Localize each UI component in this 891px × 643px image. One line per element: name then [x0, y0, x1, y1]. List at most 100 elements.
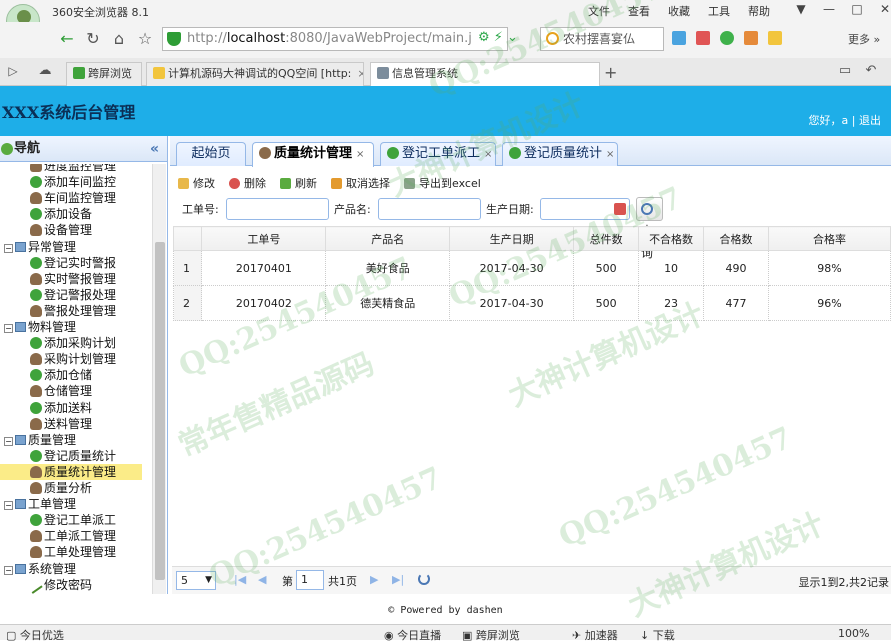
sidebar-item[interactable]: 车间监控管理	[30, 190, 116, 206]
page-number-input[interactable]: 1	[296, 570, 324, 590]
back-icon[interactable]: ←	[56, 29, 78, 49]
order-input[interactable]	[226, 198, 329, 220]
sidebar-folder[interactable]: − 质量管理	[4, 432, 76, 448]
sidebar-item[interactable]: 设备管理	[30, 222, 92, 238]
home-icon[interactable]: ⌂	[108, 29, 130, 49]
menu-help[interactable]: 帮助	[748, 3, 770, 19]
sidebar-item[interactable]: 警报处理管理	[30, 303, 116, 319]
table-row[interactable]: 1 20170401 美好食品 2017-04-30 500 10 490 98%	[172, 250, 891, 286]
sidebar-item[interactable]: 添加车间监控	[30, 174, 116, 190]
sidebar-item[interactable]: 添加设备	[30, 206, 92, 222]
menu-tools[interactable]: 工具	[708, 3, 730, 19]
sidebar-item[interactable]: 仓储管理	[30, 383, 92, 399]
col-header[interactable]: 不合格数	[638, 226, 705, 251]
translate-icon[interactable]	[744, 31, 758, 45]
zoom-level[interactable]: 100%	[838, 627, 869, 640]
tab-start[interactable]: 起始页	[176, 142, 246, 166]
sidebar-item[interactable]: 进度监控管理	[30, 164, 116, 174]
sidebar-folder[interactable]: − 物料管理	[4, 319, 76, 335]
sidebar-item[interactable]: 工单处理管理	[30, 544, 116, 560]
tab-quality-stats[interactable]: 质量统计管理 ×	[252, 142, 374, 167]
sidebar-folder[interactable]: − 异常管理	[4, 239, 76, 255]
sidebar-item[interactable]: 添加仓储	[30, 367, 92, 383]
menu-file[interactable]: 文件	[588, 3, 610, 19]
sidebar-toggle-icon[interactable]: ▷	[2, 61, 24, 81]
status-accelerator[interactable]: ✈ 加速器	[572, 627, 618, 643]
sidebar-folder[interactable]: − 系统管理	[4, 561, 76, 577]
logout-link[interactable]: 退出	[859, 114, 881, 127]
date-input[interactable]	[540, 198, 630, 220]
unselect-button[interactable]: 取消选择	[331, 174, 390, 192]
status-today-picks[interactable]: ▢ 今日优选	[6, 627, 64, 643]
last-page-icon[interactable]: ▶|	[392, 573, 404, 586]
close-icon[interactable]: ✕	[874, 1, 891, 17]
edit-button[interactable]: 修改	[178, 174, 215, 192]
sidebar-item[interactable]: 添加送料	[30, 400, 92, 416]
maximize-icon[interactable]: □	[846, 1, 868, 17]
sidebar-item[interactable]: 添加采购计划	[30, 335, 116, 351]
page-size-select[interactable]: 5 ▼	[176, 571, 216, 590]
collapse-toggle-icon[interactable]: −	[4, 243, 13, 253]
mail-icon[interactable]	[696, 31, 710, 45]
status-live[interactable]: ◉ 今日直播	[384, 627, 441, 643]
addr-extension-icons[interactable]: ⚙ ⚡ ⌄	[478, 30, 518, 45]
sidebar-folder[interactable]: − 工单管理	[4, 496, 76, 512]
minimize-icon[interactable]: —	[818, 1, 840, 17]
col-header[interactable]: 产品名	[325, 226, 451, 251]
prev-page-icon[interactable]: ◀	[258, 573, 266, 586]
close-icon[interactable]: ×	[356, 149, 364, 160]
status-download[interactable]: ↓ 下载	[640, 627, 675, 643]
col-header[interactable]: 总件数	[573, 226, 640, 251]
calendar-icon[interactable]	[614, 203, 626, 215]
menu-favorites[interactable]: 收藏	[668, 3, 690, 19]
menu-view[interactable]: 查看	[628, 3, 650, 19]
refresh-button[interactable]: 刷新	[280, 174, 317, 192]
query-button[interactable]: 查询	[636, 197, 663, 260]
refresh-icon[interactable]: ↻	[82, 29, 104, 49]
security-icon[interactable]	[720, 31, 734, 45]
sidebar-item[interactable]: 采购计划管理	[30, 351, 116, 367]
collapse-toggle-icon[interactable]: −	[4, 436, 13, 446]
refresh-icon[interactable]	[418, 573, 430, 585]
tab-register-quality[interactable]: 登记质量统计 ×	[502, 142, 618, 166]
col-header[interactable]: 工单号	[201, 226, 327, 251]
first-page-icon[interactable]: |◀	[234, 573, 246, 586]
cloud-icon[interactable]: ☁	[34, 61, 56, 81]
tab-register-workorder[interactable]: 登记工单派工 ×	[380, 142, 496, 166]
sidebar-item[interactable]: 质量分析	[30, 480, 92, 496]
games-icon[interactable]	[768, 31, 782, 45]
close-icon[interactable]: ×	[606, 149, 614, 160]
table-row[interactable]: 2 20170402 德芙精食品 2017-04-30 500 23 477 96%	[172, 285, 891, 321]
shirt-icon[interactable]: ▼	[790, 1, 812, 17]
undo-icon[interactable]: ↶	[860, 61, 882, 81]
sidebar-item[interactable]: 登记实时警报	[30, 255, 116, 271]
delete-button[interactable]: 删除	[229, 174, 266, 192]
star-icon[interactable]: ☆	[134, 29, 156, 49]
apps-icon[interactable]	[672, 31, 686, 45]
collapse-icon[interactable]: «	[150, 136, 159, 162]
scrollbar-thumb[interactable]	[155, 242, 165, 580]
export-button[interactable]: 导出到excel	[404, 174, 481, 192]
more-button[interactable]: 更多 »	[848, 31, 880, 47]
collapse-toggle-icon[interactable]: −	[4, 501, 13, 511]
browser-tab-qq-space[interactable]: 计算机源码大神调试的QQ空间 [http: ×	[146, 62, 364, 86]
tab-list-icon[interactable]: ▭	[834, 61, 856, 81]
status-cross-screen[interactable]: ▣ 跨屏浏览	[462, 627, 520, 643]
col-header[interactable]: 合格率	[768, 226, 891, 251]
sidebar-item[interactable]: 质量统计管理	[0, 463, 142, 480]
sidebar-item[interactable]: 实时警报管理	[30, 271, 116, 287]
sidebar-item[interactable]: 工单派工管理	[30, 528, 116, 544]
collapse-toggle-icon[interactable]: −	[4, 324, 13, 333]
sidebar-item[interactable]: 送料管理	[30, 416, 92, 432]
col-header[interactable]: 合格数	[703, 226, 770, 251]
sidebar-item[interactable]: 登记质量统计	[30, 448, 116, 464]
col-header[interactable]: 生产日期	[449, 226, 575, 251]
next-page-icon[interactable]: ▶	[370, 573, 378, 586]
close-icon[interactable]: ×	[357, 67, 363, 80]
browser-tab-cross-screen[interactable]: 跨屏浏览	[66, 62, 142, 86]
new-tab-icon[interactable]: +	[604, 63, 617, 82]
sidebar-item[interactable]: 修改密码	[29, 577, 92, 594]
close-icon[interactable]: ×	[484, 149, 492, 160]
sidebar-item[interactable]: 登记警报处理	[30, 287, 116, 303]
search-input[interactable]: 农村摆喜宴仏	[540, 27, 664, 51]
